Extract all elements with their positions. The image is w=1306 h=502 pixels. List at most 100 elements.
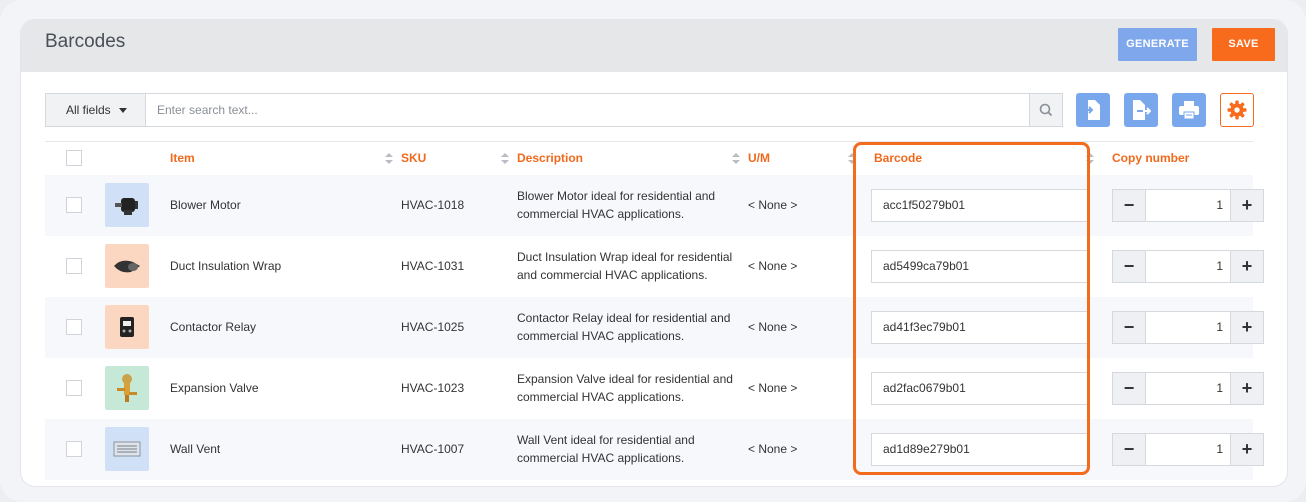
export-button[interactable] (1124, 93, 1158, 127)
increment-button[interactable]: + (1230, 433, 1263, 465)
copy-cell: − 1 + (1112, 296, 1264, 358)
generate-button[interactable]: GENERATE (1118, 28, 1197, 61)
chevron-down-icon (118, 108, 127, 114)
import-icon (1084, 100, 1100, 120)
copy-number-value[interactable]: 1 (1147, 312, 1231, 343)
search-icon (1039, 103, 1053, 117)
column-description-label: Description (517, 151, 584, 166)
barcode-field[interactable]: acc1f50279b01 (871, 188, 1088, 222)
thumb-cell (105, 235, 170, 297)
column-um-label: U/M (748, 151, 770, 166)
contactor-relay-icon (120, 317, 134, 337)
increment-button[interactable]: + (1230, 189, 1263, 221)
item-name: Duct Insulation Wrap (170, 235, 401, 297)
duct-insulation-image (105, 244, 149, 288)
column-header-barcode[interactable]: Barcode (864, 141, 1112, 175)
item-sku: HVAC-1025 (401, 296, 517, 358)
copy-cell: − 1 + (1112, 174, 1264, 236)
column-header-copy-number: Copy number (1112, 141, 1253, 175)
decrement-button[interactable]: − (1113, 433, 1146, 465)
decrement-button[interactable]: − (1113, 311, 1146, 343)
wall-vent-image (105, 427, 149, 471)
barcode-cell: ad1d89e279b01 (864, 418, 1112, 480)
search-bar: All fields (45, 93, 1063, 127)
barcode-field[interactable]: ad41f3ec79b01 (871, 310, 1088, 344)
table-row: Duct Insulation Wrap HVAC-1031 Duct Insu… (45, 235, 1264, 297)
thumb-cell (105, 174, 170, 236)
table-row: Contactor Relay HVAC-1025 Contactor Rela… (45, 296, 1264, 358)
header-select-cell (45, 141, 105, 175)
row-select-cell (45, 296, 105, 358)
page-title: Barcodes (45, 31, 126, 52)
expansion-valve-icon (117, 374, 137, 402)
copy-cell: − 1 + (1112, 235, 1264, 297)
copy-number-value[interactable]: 1 (1147, 251, 1231, 282)
increment-button[interactable]: + (1230, 372, 1263, 404)
sort-icon (385, 153, 393, 164)
print-button[interactable] (1172, 93, 1206, 127)
increment-button[interactable]: + (1230, 250, 1263, 282)
barcode-cell: ad5499ca79b01 (864, 235, 1112, 297)
column-item-label: Item (170, 151, 195, 166)
item-description: Expansion Valve ideal for residential an… (517, 357, 748, 419)
search-field-select[interactable]: All fields (46, 94, 146, 126)
item-sku: HVAC-1018 (401, 174, 517, 236)
column-header-description[interactable]: Description (517, 141, 748, 175)
item-description: Duct Insulation Wrap ideal for residenti… (517, 235, 748, 297)
item-sku: HVAC-1031 (401, 235, 517, 297)
row-checkbox[interactable] (66, 380, 82, 396)
description-line: Contactor Relay ideal for residential an… (517, 311, 731, 325)
settings-button[interactable] (1220, 93, 1254, 127)
barcode-field[interactable]: ad5499ca79b01 (871, 249, 1088, 283)
item-name: Wall Vent (170, 418, 401, 480)
search-button[interactable] (1029, 94, 1062, 126)
column-header-um[interactable]: U/M (748, 141, 864, 175)
table-row: Expansion Valve HVAC-1023 Expansion Valv… (45, 357, 1264, 419)
copy-number-value[interactable]: 1 (1147, 373, 1231, 404)
decrement-button[interactable]: − (1113, 250, 1146, 282)
row-select-cell (45, 235, 105, 297)
thumb-cell (105, 296, 170, 358)
copy-number-stepper: − 1 + (1112, 432, 1264, 466)
column-header-sku[interactable]: SKU (401, 141, 517, 175)
gear-icon (1227, 100, 1247, 120)
decrement-button[interactable]: − (1113, 372, 1146, 404)
description-line: Wall Vent ideal for residential and (517, 433, 695, 447)
description-line: and commercial HVAC applications. (517, 268, 708, 282)
item-sku: HVAC-1007 (401, 418, 517, 480)
thumb-cell (105, 357, 170, 419)
item-um: < None > (748, 235, 864, 297)
column-header-item[interactable]: Item (170, 141, 401, 175)
barcodes-panel: Barcodes GENERATE SAVE All fields Enter … (21, 20, 1287, 486)
column-barcode-label: Barcode (874, 151, 923, 166)
copy-number-stepper: − 1 + (1112, 188, 1264, 222)
item-name: Expansion Valve (170, 357, 401, 419)
description-line: Expansion Valve ideal for residential an… (517, 372, 733, 386)
select-all-checkbox[interactable] (66, 150, 82, 167)
barcode-table: Item SKU Description U/M Barcode Copy nu… (45, 141, 1264, 480)
import-button[interactable] (1076, 93, 1110, 127)
increment-button[interactable]: + (1230, 311, 1263, 343)
item-sku: HVAC-1023 (401, 357, 517, 419)
table-row: Blower Motor HVAC-1018 Blower Motor idea… (45, 174, 1264, 236)
description-line: commercial HVAC applications. (517, 207, 685, 221)
copy-number-value[interactable]: 1 (1147, 434, 1231, 465)
table-header-row: Item SKU Description U/M Barcode Copy nu… (45, 141, 1253, 175)
search-input[interactable] (147, 94, 1029, 126)
row-checkbox[interactable] (66, 258, 82, 274)
barcode-field[interactable]: ad1d89e279b01 (871, 432, 1088, 466)
wall-vent-icon (113, 441, 141, 457)
item-um: < None > (748, 418, 864, 480)
search-field-label: All fields (66, 103, 111, 117)
description-line: commercial HVAC applications. (517, 329, 685, 343)
copy-number-value[interactable]: 1 (1147, 190, 1231, 221)
column-copy-label: Copy number (1112, 151, 1190, 166)
row-checkbox[interactable] (66, 319, 82, 335)
decrement-button[interactable]: − (1113, 189, 1146, 221)
row-checkbox[interactable] (66, 441, 82, 457)
barcode-cell: ad2fac0679b01 (864, 357, 1112, 419)
save-button[interactable]: SAVE (1212, 28, 1275, 61)
barcode-field[interactable]: ad2fac0679b01 (871, 371, 1088, 405)
sort-icon (501, 153, 509, 164)
row-checkbox[interactable] (66, 197, 82, 213)
